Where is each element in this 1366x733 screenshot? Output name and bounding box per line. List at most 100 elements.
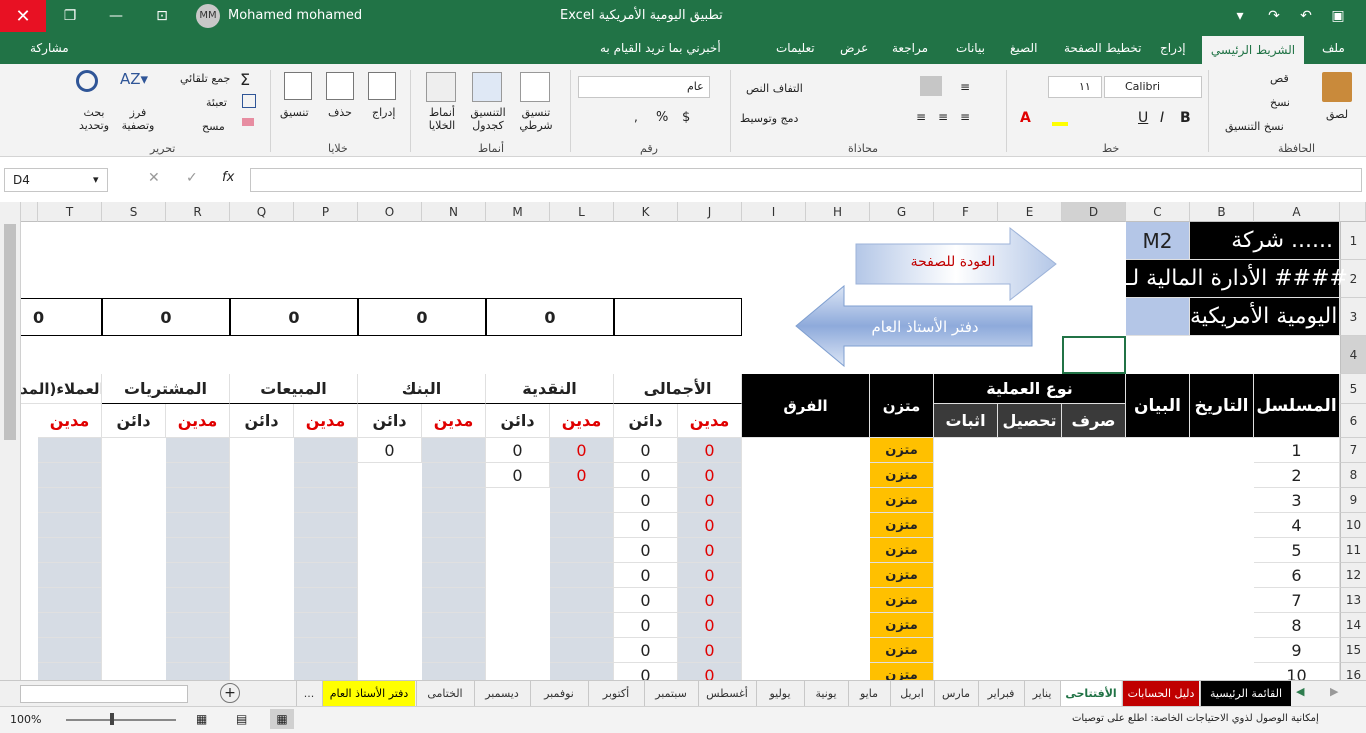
debit-cell-t[interactable] xyxy=(38,488,102,513)
debit-cell-n[interactable] xyxy=(422,463,486,488)
debit-header-1[interactable]: مدين xyxy=(550,404,614,438)
balanced-cell[interactable]: متزن xyxy=(870,613,934,638)
sheet-tab[interactable]: القائمة الرئيسية xyxy=(1200,681,1291,706)
column-header-a[interactable]: A xyxy=(1254,202,1340,222)
row-header-8[interactable]: 8 xyxy=(1340,463,1366,488)
debit-cell-p[interactable] xyxy=(294,438,358,463)
debit-cell-t[interactable] xyxy=(38,588,102,613)
column-header-r[interactable]: R xyxy=(166,202,230,222)
page-layout-view-icon[interactable]: ▤ xyxy=(236,712,247,726)
font-name-select[interactable]: Calibri xyxy=(1104,76,1202,98)
debit-cell-r[interactable] xyxy=(166,563,230,588)
row-header-15[interactable]: 15 xyxy=(1340,638,1366,663)
column-header-n[interactable]: N xyxy=(422,202,486,222)
credit-header-4[interactable]: دائن xyxy=(102,404,166,438)
back-arrow-label[interactable]: العودة للصفحة xyxy=(878,254,1028,270)
undo-icon[interactable]: ↶ xyxy=(1294,6,1318,26)
debit-cell-p[interactable] xyxy=(294,488,358,513)
page-break-view-icon[interactable]: ▦ xyxy=(196,712,207,726)
total-cell-0[interactable] xyxy=(614,298,742,336)
sheet-tab[interactable]: سبتمبر xyxy=(644,681,697,706)
code-cell-blank[interactable] xyxy=(1126,298,1190,336)
debit-cell-p[interactable] xyxy=(294,463,358,488)
column-header-l[interactable]: L xyxy=(550,202,614,222)
sheet-tab[interactable]: دليل الحسابات xyxy=(1122,681,1199,706)
scrollbar-thumb[interactable] xyxy=(4,224,16,440)
debit-cell-t[interactable] xyxy=(38,463,102,488)
align-left-icon[interactable]: ≡ xyxy=(916,110,926,124)
tell-me-search[interactable]: أخبرني بما تريد القيام به xyxy=(600,41,721,55)
avatar[interactable]: MM xyxy=(196,4,220,28)
credit-header-0[interactable]: دائن xyxy=(614,404,678,438)
code-cell[interactable]: M2 xyxy=(1126,222,1190,260)
debit-cell-t[interactable] xyxy=(38,438,102,463)
header-serial[interactable]: المسلسل xyxy=(1254,374,1340,438)
row-header-12[interactable]: 12 xyxy=(1340,563,1366,588)
header-balanced[interactable]: متزن xyxy=(870,374,934,438)
zoom-slider-thumb[interactable] xyxy=(110,713,114,725)
italic-icon[interactable]: I xyxy=(1160,110,1164,126)
debit-cell-n[interactable] xyxy=(422,638,486,663)
format-as-table-button[interactable]: التنسيق كجدول xyxy=(464,106,512,132)
debit-cell-p[interactable] xyxy=(294,563,358,588)
debit-cell-l[interactable] xyxy=(550,488,614,513)
debit-cell-p[interactable] xyxy=(294,613,358,638)
restore-icon[interactable]: ❐ xyxy=(58,6,82,26)
sheet-tab[interactable]: أكتوبر xyxy=(588,681,643,706)
debit-cell-r[interactable] xyxy=(166,513,230,538)
insert-function-icon[interactable]: fx xyxy=(222,170,234,185)
tab-insert[interactable]: إدراج xyxy=(1160,41,1186,55)
total-debit-cell[interactable]: 0 xyxy=(678,513,742,538)
group-header-4[interactable]: المشتريات xyxy=(102,374,230,404)
total-cell-5[interactable]: 0 xyxy=(20,298,102,336)
find-select-icon[interactable] xyxy=(76,70,98,92)
debit-cell-n[interactable] xyxy=(422,588,486,613)
total-credit-cell[interactable]: 0 xyxy=(614,638,678,663)
sheet-tab[interactable]: يناير xyxy=(1024,681,1059,706)
row-header-3[interactable]: 3 xyxy=(1340,298,1366,336)
column-header-s[interactable]: S xyxy=(102,202,166,222)
total-credit-cell[interactable]: 0 xyxy=(614,563,678,588)
credit-header-3[interactable]: دائن xyxy=(230,404,294,438)
column-header-k[interactable]: K xyxy=(614,202,678,222)
debit-cell-l[interactable] xyxy=(550,563,614,588)
header-statement[interactable]: البيان xyxy=(1126,374,1190,438)
name-box[interactable]: D4 ▾ xyxy=(4,168,108,192)
row-header-7[interactable]: 7 xyxy=(1340,438,1366,463)
sheet-tab[interactable]: يونية xyxy=(804,681,847,706)
align-center-icon[interactable]: ≡ xyxy=(938,110,948,124)
total-debit-cell[interactable]: 0 xyxy=(678,588,742,613)
column-header-e[interactable]: E xyxy=(998,202,1062,222)
column-header-i[interactable]: I xyxy=(742,202,806,222)
currency-icon[interactable]: $ xyxy=(682,110,690,125)
header-difference[interactable]: الفرق xyxy=(742,374,870,438)
share-button[interactable]: مشاركة xyxy=(30,41,69,55)
debit-header-4[interactable]: مدين xyxy=(166,404,230,438)
total-credit-cell[interactable]: 0 xyxy=(614,588,678,613)
align-top-icon[interactable]: ≡ xyxy=(960,80,970,94)
debit-cell-n[interactable] xyxy=(422,538,486,563)
debit-header-2[interactable]: مدين xyxy=(422,404,486,438)
row-header-9[interactable]: 9 xyxy=(1340,488,1366,513)
tab-formulas[interactable]: الصيغ xyxy=(1010,41,1037,55)
cell-styles-icon[interactable] xyxy=(426,72,456,102)
fill-button[interactable]: تعبئة xyxy=(206,96,227,109)
total-credit-cell[interactable]: 0 xyxy=(614,538,678,563)
tab-view[interactable]: عرض xyxy=(840,41,868,55)
align-middle-icon[interactable] xyxy=(920,76,942,96)
total-credit-cell[interactable]: 0 xyxy=(614,488,678,513)
delete-cells-icon[interactable] xyxy=(326,72,354,100)
credit-header-1[interactable]: دائن xyxy=(486,404,550,438)
balanced-cell[interactable]: متزن xyxy=(870,638,934,663)
save-icon[interactable]: ▣ xyxy=(1326,6,1350,26)
ribbon-display-icon[interactable]: ⊡ xyxy=(150,6,174,26)
header-proof[interactable]: اثبات xyxy=(934,404,998,438)
group-header-2[interactable]: البنك xyxy=(358,374,486,404)
balanced-cell[interactable]: متزن xyxy=(870,438,934,463)
serial-cell[interactable]: 9 xyxy=(1254,638,1340,663)
serial-cell[interactable]: 8 xyxy=(1254,613,1340,638)
row-header-6[interactable]: 6 xyxy=(1340,404,1366,438)
tab-file[interactable]: ملف xyxy=(1322,41,1345,55)
comma-style-icon[interactable]: , xyxy=(634,110,638,124)
scroll-tabs-left-icon[interactable]: ▶ xyxy=(1330,685,1338,698)
